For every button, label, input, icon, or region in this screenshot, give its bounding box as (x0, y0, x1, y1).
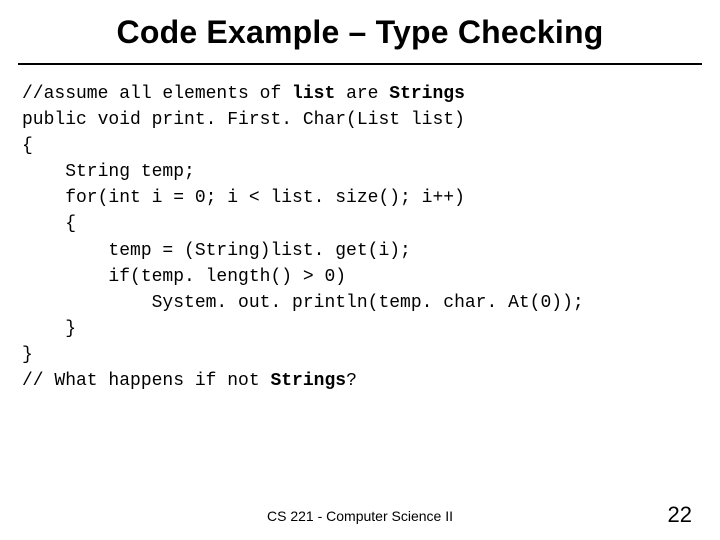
code-line-4: String temp; (22, 162, 195, 182)
code-line-7: temp = (String)list. get(i); (22, 241, 411, 261)
slide-title: Code Example – Type Checking (0, 0, 720, 57)
code-text: // What happens if not (22, 371, 270, 391)
slide: Code Example – Type Checking //assume al… (0, 0, 720, 540)
code-block: //assume all elements of list are String… (0, 65, 720, 394)
footer-course: CS 221 - Computer Science II (0, 508, 720, 524)
code-line-3: { (22, 136, 33, 156)
code-text: //assume all elements of (22, 84, 292, 104)
code-line-10: } (22, 319, 76, 339)
code-text: are (335, 84, 389, 104)
code-line-2: public void print. First. Char(List list… (22, 110, 465, 130)
page-number: 22 (668, 502, 692, 528)
code-line-8: if(temp. length() > 0) (22, 267, 346, 287)
code-bold: Strings (389, 84, 465, 104)
code-line-12: // What happens if not Strings? (22, 371, 357, 391)
code-text: ? (346, 371, 357, 391)
code-line-5: for(int i = 0; i < list. size(); i++) (22, 188, 465, 208)
code-line-1: //assume all elements of list are String… (22, 84, 465, 104)
code-line-6: { (22, 214, 76, 234)
code-bold: Strings (270, 371, 346, 391)
code-line-9: System. out. println(temp. char. At(0)); (22, 293, 584, 313)
code-line-11: } (22, 345, 33, 365)
code-bold: list (292, 84, 335, 104)
